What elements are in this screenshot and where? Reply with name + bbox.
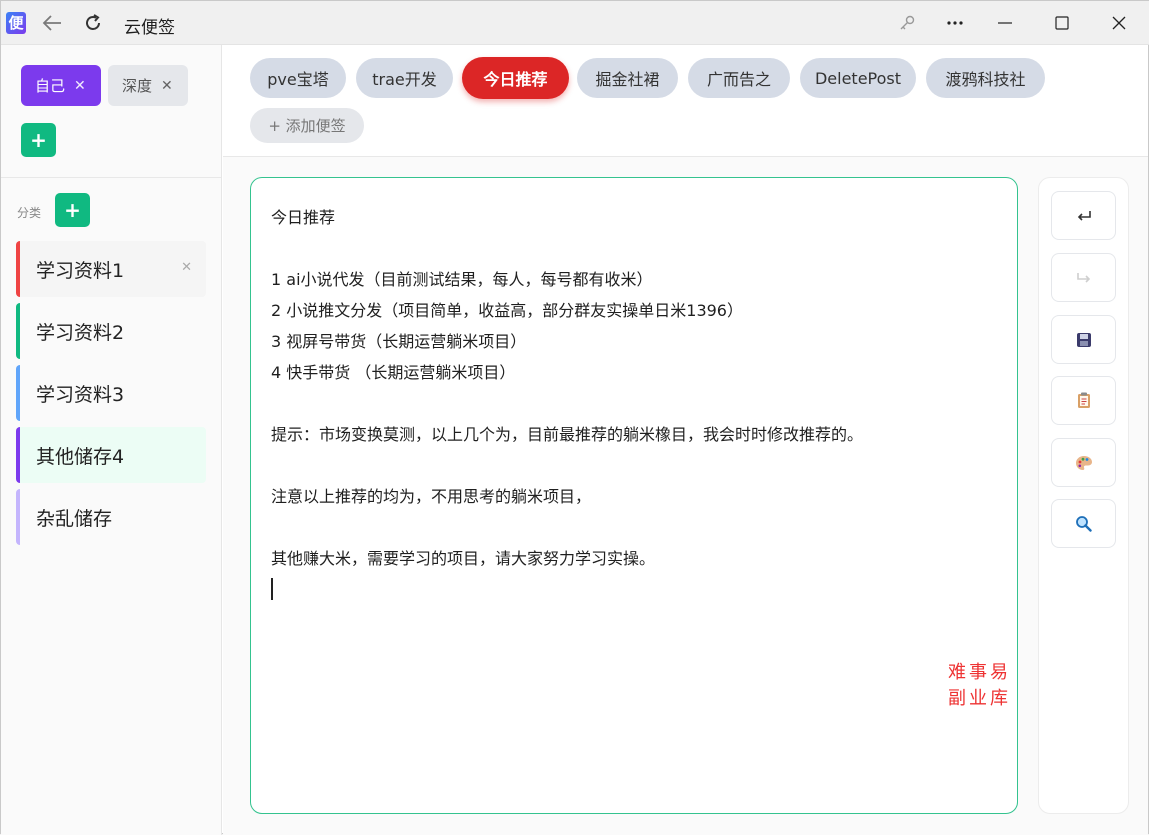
watermark-text: 难事易副业库 xyxy=(948,662,1011,709)
text-caret xyxy=(271,578,273,600)
category-item-1[interactable]: 学习资料1 ✕ xyxy=(16,241,206,297)
close-icon xyxy=(1112,16,1126,30)
remove-tag-icon[interactable]: ✕ xyxy=(161,78,173,94)
category-label: 学习资料3 xyxy=(36,383,125,406)
app-logo-icon: 便 xyxy=(6,12,26,34)
clipboard-icon xyxy=(1077,392,1090,408)
minimize-icon xyxy=(998,22,1012,24)
category-label: 学习资料1 xyxy=(36,259,125,282)
search-icon xyxy=(1076,516,1092,532)
note-tab-deletepost[interactable]: DeletePost xyxy=(800,58,916,98)
add-note-button[interactable]: + 添加便签 xyxy=(250,108,364,143)
minimize-button[interactable] xyxy=(991,9,1019,37)
note-tab-label: DeletePost xyxy=(814,68,902,88)
undo-icon xyxy=(1077,210,1091,221)
add-note-label: + 添加便签 xyxy=(268,117,346,135)
window-title: 云便签 xyxy=(124,18,175,38)
editor-line: 1 ai小说代发（目前测试结果，每人，每号都有收米） xyxy=(271,270,653,289)
add-category-button[interactable]: + xyxy=(55,193,90,227)
tag-label: 深度 xyxy=(122,77,153,95)
color-palette-button[interactable] xyxy=(1051,438,1116,487)
category-label: 杂乱储存 xyxy=(36,507,113,530)
search-button[interactable] xyxy=(1051,499,1116,548)
note-tab-label: 渡鸦科技社 xyxy=(945,70,1026,89)
note-tab-label: 广而告之 xyxy=(706,70,771,89)
reload-button[interactable] xyxy=(79,9,107,37)
note-editor[interactable]: 今日推荐 1 ai小说代发（目前测试结果，每人，每号都有收米） 2 小说推文分发… xyxy=(250,177,1018,814)
maximize-icon xyxy=(1055,16,1069,30)
editor-line: 注意以上推荐的均为，不用思考的躺米项目， xyxy=(271,487,592,506)
note-tabs-bar: pve宝塔 trae开发 今日推荐 掘金社裙 广而告之 DeletePost 渡… xyxy=(223,45,1148,157)
redo-icon xyxy=(1076,272,1090,283)
save-button[interactable] xyxy=(1051,315,1116,364)
note-tab-label: trae开发 xyxy=(372,70,437,89)
save-icon xyxy=(1076,332,1091,347)
more-button[interactable] xyxy=(941,9,969,37)
editor-line: 2 小说推文分发（项目简单，收益高，部分群友实操单日米1396） xyxy=(271,301,743,320)
add-tag-button[interactable]: + xyxy=(21,123,56,157)
note-tab-ads[interactable]: 广而告之 xyxy=(688,58,790,98)
note-tab-raven[interactable]: 渡鸦科技社 xyxy=(926,58,1045,98)
note-tab-label: 掘金社裙 xyxy=(595,70,660,89)
editor-toolbar xyxy=(1038,177,1129,814)
maximize-button[interactable] xyxy=(1048,9,1076,37)
palette-icon xyxy=(1075,455,1092,470)
note-tab-pve[interactable]: pve宝塔 xyxy=(250,58,346,98)
category-item-3[interactable]: 学习资料3 xyxy=(16,365,206,421)
note-tab-trae[interactable]: trae开发 xyxy=(356,58,453,98)
app-window: 便 云便签 自己 ✕ 深度 ✕ + 分类 + 学习资料1 ✕ 学习资料2 学习资… xyxy=(0,0,1149,835)
more-dots-icon xyxy=(947,21,963,25)
reload-icon xyxy=(86,14,100,30)
tag-group: 自己 ✕ 深度 ✕ + xyxy=(1,45,221,178)
redo-button[interactable] xyxy=(1051,253,1116,302)
editor-line: 其他赚大米，需要学习的项目，请大家努力学习实操。 xyxy=(271,549,656,568)
category-item-4[interactable]: 其他储存4 xyxy=(16,427,206,483)
sidebar: 自己 ✕ 深度 ✕ + 分类 + 学习资料1 ✕ 学习资料2 学习资料3 其他储… xyxy=(1,45,222,835)
undo-button[interactable] xyxy=(1051,191,1116,240)
arrow-left-icon xyxy=(42,15,61,31)
title-bar: 便 云便签 xyxy=(1,1,1149,45)
note-tab-label: 今日推荐 xyxy=(483,70,548,89)
note-tab-juejin[interactable]: 掘金社裙 xyxy=(577,58,678,98)
key-icon xyxy=(900,15,915,30)
back-button[interactable] xyxy=(38,9,66,37)
key-button[interactable] xyxy=(893,9,921,37)
plus-icon: + xyxy=(64,198,81,222)
close-window-button[interactable] xyxy=(1105,9,1133,37)
delete-category-icon[interactable]: ✕ xyxy=(181,260,192,275)
editor-line: 3 视屏号带货（长期运营躺米项目） xyxy=(271,332,527,351)
editor-line: 提示：市场变换莫测，以上几个为，目前最推荐的躺米橡目，我会时时修改推荐的。 xyxy=(271,425,864,444)
note-tab-label: pve宝塔 xyxy=(267,70,329,89)
tag-label: 自己 xyxy=(35,77,66,95)
clipboard-button[interactable] xyxy=(1051,376,1116,425)
note-tab-today-recommend[interactable]: 今日推荐 xyxy=(462,57,569,99)
editor-line: 今日推荐 xyxy=(271,208,336,227)
category-item-2[interactable]: 学习资料2 xyxy=(16,303,206,359)
category-label: 其他储存4 xyxy=(36,445,125,468)
remove-tag-icon[interactable]: ✕ xyxy=(74,78,86,94)
main-area: pve宝塔 trae开发 今日推荐 掘金社裙 广而告之 DeletePost 渡… xyxy=(223,45,1148,835)
category-heading: 分类 xyxy=(17,206,42,220)
category-label: 学习资料2 xyxy=(36,321,125,344)
category-item-5[interactable]: 杂乱储存 xyxy=(16,489,206,545)
tag-chip-self[interactable]: 自己 ✕ xyxy=(21,65,101,106)
editor-line: 4 快手带货 （长期运营躺米项目） xyxy=(271,363,516,382)
plus-icon: + xyxy=(30,128,47,152)
tag-chip-depth[interactable]: 深度 ✕ xyxy=(108,65,188,106)
